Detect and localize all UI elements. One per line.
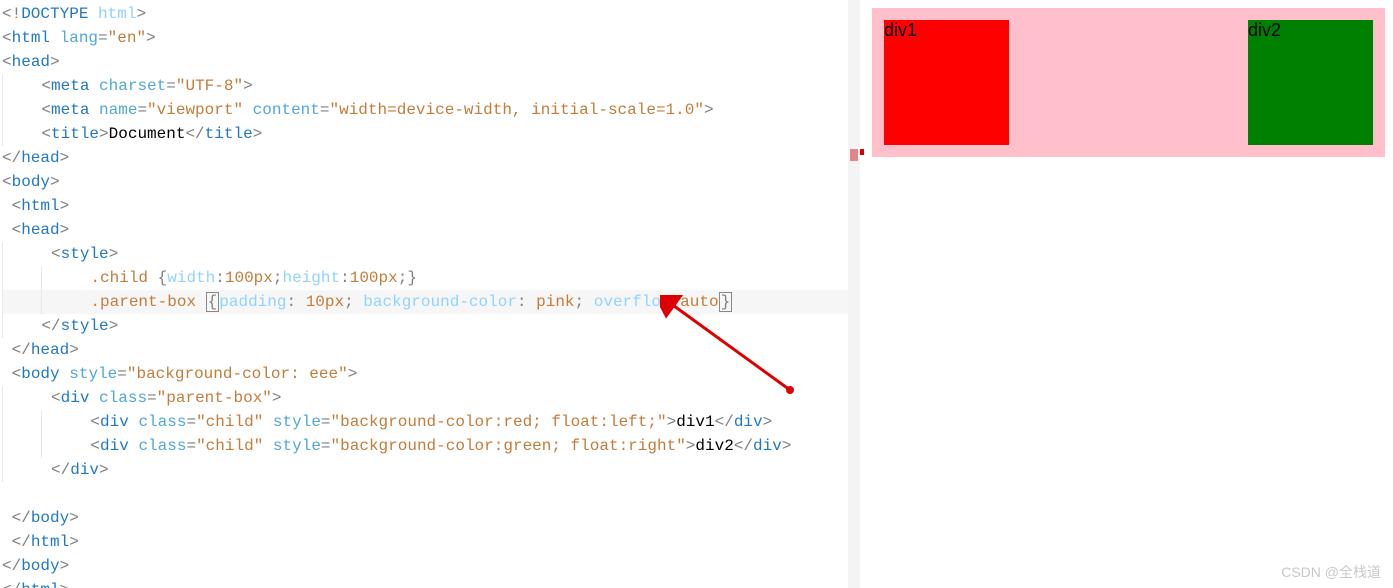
code-line[interactable]: </div> [2,458,860,482]
div2-box: div2 [1248,20,1373,145]
code-line[interactable]: .parent-box {padding: 10px; background-c… [2,290,860,314]
preview-pane: div1 div2 [864,0,1393,588]
code-line[interactable]: <div class="child" style="background-col… [2,434,860,458]
code-line[interactable]: </html> [2,578,860,588]
code-line[interactable]: .child {width:100px;height:100px;} [2,266,860,290]
code-line[interactable]: </body> [2,506,860,530]
code-line[interactable]: <div class="parent-box"> [2,386,860,410]
code-line[interactable]: <head> [2,50,860,74]
code-line[interactable]: <html> [2,194,860,218]
editor-scrollbar[interactable] [848,0,860,588]
code-line[interactable]: <body> [2,170,860,194]
code-line[interactable]: <body style="background-color: eee"> [2,362,860,386]
code-line[interactable]: </head> [2,338,860,362]
div1-box: div1 [884,20,1009,145]
code-line[interactable]: <title>Document</title> [2,122,860,146]
code-line[interactable] [2,482,860,506]
code-line[interactable]: <meta charset="UTF-8"> [2,74,860,98]
code-line[interactable]: <div class="child" style="background-col… [2,410,860,434]
code-line[interactable]: <meta name="viewport" content="width=dev… [2,98,860,122]
code-line[interactable]: <head> [2,218,860,242]
code-line[interactable]: </style> [2,314,860,338]
code-line[interactable]: </body> [2,554,860,578]
parent-box: div1 div2 [872,8,1385,157]
code-line[interactable]: </head> [2,146,860,170]
watermark: CSDN @全栈道 [1281,562,1381,582]
code-editor[interactable]: <!DOCTYPE html><html lang="en"><head> <m… [0,0,860,588]
code-line[interactable]: </html> [2,530,860,554]
code-line[interactable]: <style> [2,242,860,266]
code-line[interactable]: <!DOCTYPE html> [2,2,860,26]
code-line[interactable]: <html lang="en"> [2,26,860,50]
